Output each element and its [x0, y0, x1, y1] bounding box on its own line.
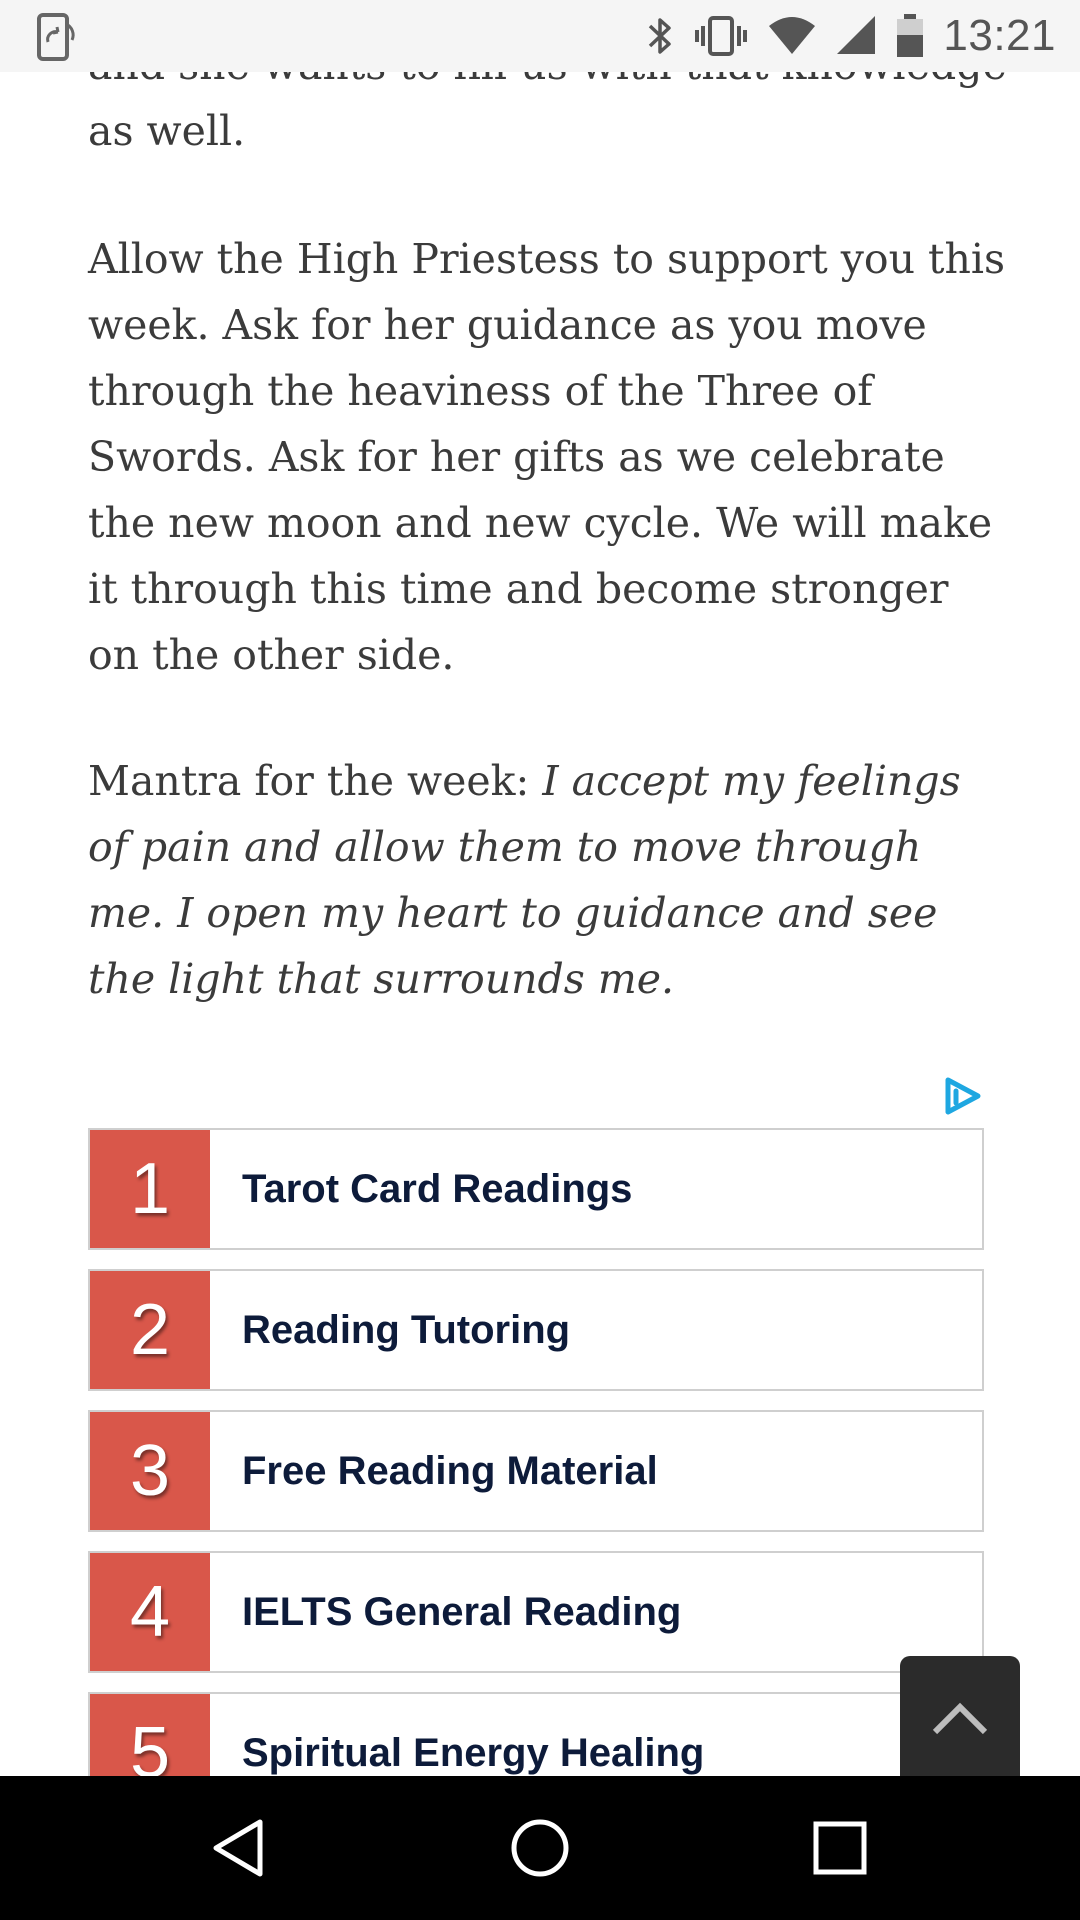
cell-signal-icon: [837, 16, 876, 54]
mantra-paragraph: Mantra for the week: I accept my feeling…: [88, 748, 1008, 1012]
ad-number: 1: [90, 1130, 210, 1248]
ad-label: Reading Tutoring: [242, 1307, 571, 1352]
ad-number: 4: [90, 1553, 210, 1671]
cut-off-end: as well.: [88, 107, 246, 155]
article-paragraph: Allow the High Priestess to support you …: [88, 235, 1006, 679]
ad-number: 5: [90, 1694, 210, 1776]
ad-link-3[interactable]: 3 Free Reading Material: [88, 1410, 984, 1532]
wifi-icon: [769, 17, 816, 54]
chevron-up-icon: [932, 1702, 988, 1735]
article-content: and she wants to fill us with that knowl…: [0, 0, 1080, 1776]
ad-link-5[interactable]: 5 Spiritual Energy Healing: [88, 1692, 984, 1776]
back-icon[interactable]: [204, 1812, 276, 1884]
recents-icon[interactable]: [804, 1812, 876, 1884]
ad-label: Spiritual Energy Healing: [242, 1730, 705, 1775]
status-bar: 13:21: [0, 0, 1080, 72]
adchoices-icon[interactable]: [940, 1074, 984, 1118]
bluetooth-icon: [649, 18, 672, 54]
navigation-bar: [0, 1776, 1080, 1920]
vibrate-icon: [695, 16, 748, 56]
ad-link-4[interactable]: 4 IELTS General Reading: [88, 1551, 984, 1673]
status-clock: 13:21: [943, 11, 1056, 60]
ad-number: 3: [90, 1412, 210, 1530]
ad-link-1[interactable]: 1 Tarot Card Readings: [88, 1128, 984, 1250]
screen-rotate-icon: [37, 13, 75, 61]
mantra-label: Mantra for the week:: [88, 757, 530, 805]
ad-number: 2: [90, 1271, 210, 1389]
ad-link-2[interactable]: 2 Reading Tutoring: [88, 1269, 984, 1391]
ad-label: Free Reading Material: [242, 1448, 658, 1493]
battery-icon: [897, 14, 924, 57]
ad-label: IELTS General Reading: [242, 1589, 682, 1634]
home-icon[interactable]: [504, 1812, 576, 1884]
ad-label: Tarot Card Readings: [242, 1166, 633, 1211]
scroll-to-top-button[interactable]: [900, 1656, 1020, 1776]
